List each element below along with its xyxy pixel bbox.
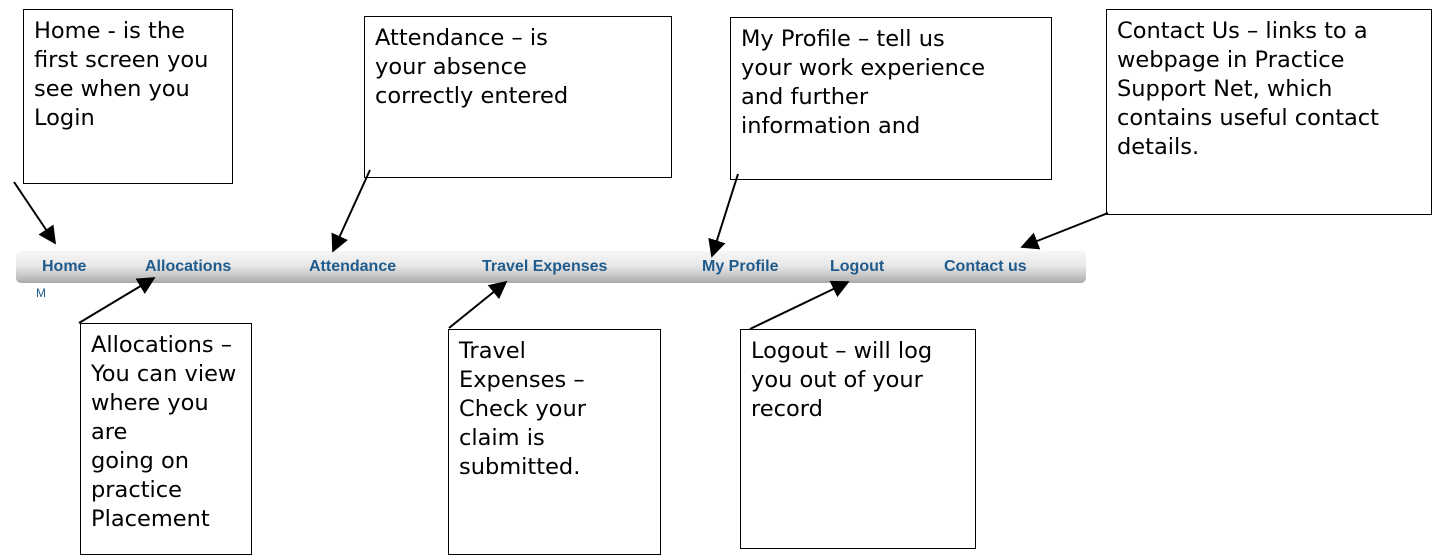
arrow-contact-us [1020,212,1109,250]
arrow-home [13,181,57,245]
arrow-logout [749,280,850,330]
arrow-my-profile [708,173,739,258]
arrow-travel-expenses [448,280,508,329]
callout-arrows [13,169,1109,330]
arrow-attendance [331,169,371,253]
arrow-allocations [78,277,156,324]
